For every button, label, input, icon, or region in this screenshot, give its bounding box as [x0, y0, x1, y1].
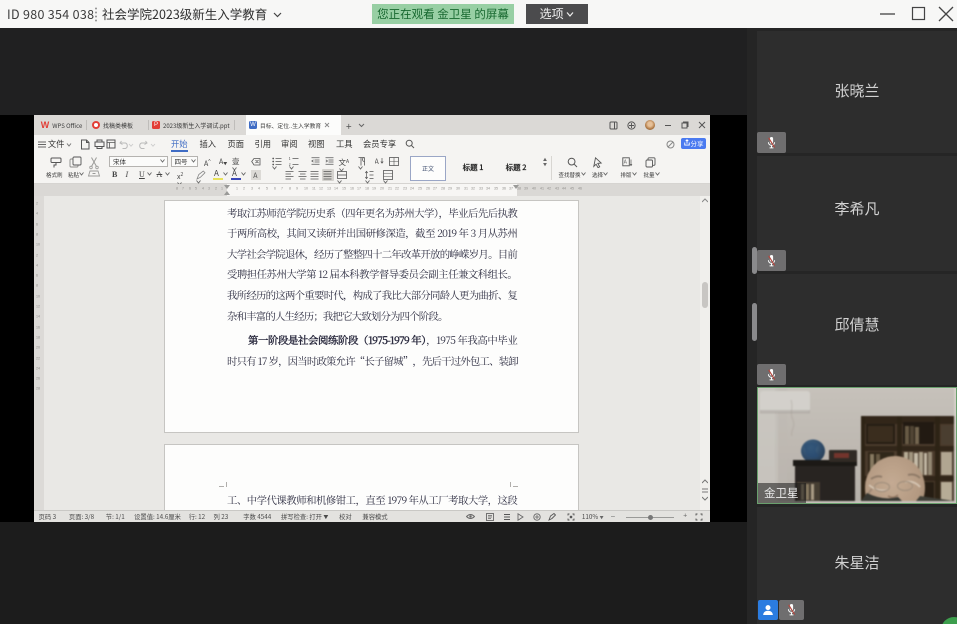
svg-text:A: A: [624, 158, 628, 165]
svg-text:A: A: [253, 171, 258, 180]
svg-text:A: A: [375, 157, 380, 166]
